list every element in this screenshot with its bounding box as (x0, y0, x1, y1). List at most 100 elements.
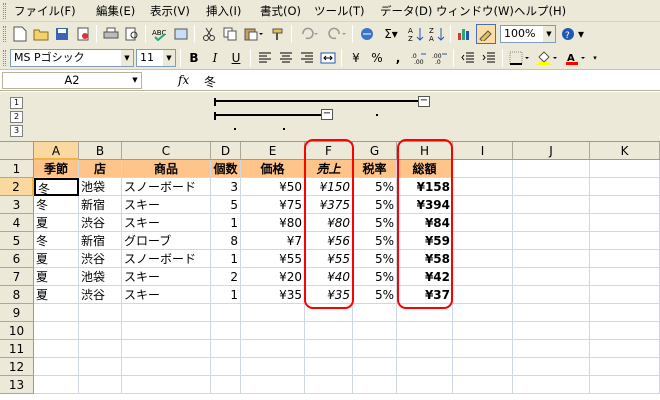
cell-i12[interactable] (453, 358, 513, 376)
merge-center-icon[interactable] (318, 48, 338, 68)
menu-help[interactable]: ヘルプ(H) (514, 3, 566, 19)
drawing-icon[interactable] (476, 24, 496, 44)
cell-c5[interactable]: グローブ (122, 232, 211, 250)
underline-button[interactable]: U (226, 48, 246, 68)
cell-h10[interactable] (397, 322, 453, 340)
row-header-2[interactable]: 2 (0, 178, 34, 196)
save-icon[interactable] (52, 24, 72, 44)
row-header-3[interactable]: 3 (0, 196, 34, 214)
cell-e8[interactable]: ¥35 (241, 286, 305, 304)
percent-button[interactable]: % (367, 48, 387, 68)
cell-j9[interactable] (513, 304, 590, 322)
cell-e9[interactable] (241, 304, 305, 322)
cell-a9[interactable] (34, 304, 79, 322)
row-header-9[interactable]: 9 (0, 304, 34, 322)
cell-c7[interactable]: スキー (122, 268, 211, 286)
cell-b4[interactable]: 渋谷 (79, 214, 122, 232)
cell-b5[interactable]: 新宿 (79, 232, 122, 250)
print-icon[interactable] (101, 24, 121, 44)
open-folder-icon[interactable] (31, 24, 51, 44)
currency-button[interactable]: ¥ (346, 48, 366, 68)
align-left-icon[interactable] (255, 48, 275, 68)
cell-i6[interactable] (453, 250, 513, 268)
cell-f12[interactable] (305, 358, 353, 376)
cell-k12[interactable] (590, 358, 660, 376)
cell-b12[interactable] (79, 358, 122, 376)
cell-b3[interactable]: 新宿 (79, 196, 122, 214)
cell-k11[interactable] (590, 340, 660, 358)
row-header-13[interactable]: 13 (0, 376, 34, 394)
menu-edit[interactable]: 編集(E) (96, 3, 135, 19)
cell-k7[interactable] (590, 268, 660, 286)
cell-j1[interactable] (513, 160, 590, 178)
column-header-a[interactable]: A (34, 142, 79, 160)
cell-b13[interactable] (79, 376, 122, 394)
cell-g11[interactable] (353, 340, 397, 358)
insert-function-icon[interactable]: fx (178, 73, 189, 87)
decrease-decimal-icon[interactable]: .00.0 (430, 48, 450, 68)
cell-k8[interactable] (590, 286, 660, 304)
cell-e12[interactable] (241, 358, 305, 376)
collapse-group-level2-icon[interactable]: − (321, 109, 333, 120)
help-icon[interactable]: ? (558, 24, 578, 44)
comma-button[interactable]: , (388, 48, 408, 68)
borders-icon[interactable] (507, 48, 533, 68)
hyperlink-icon[interactable] (357, 24, 377, 44)
cell-d12[interactable] (211, 358, 241, 376)
cell-f10[interactable] (305, 322, 353, 340)
cell-b6[interactable]: 渋谷 (79, 250, 122, 268)
row-header-11[interactable]: 11 (0, 340, 34, 358)
new-file-icon[interactable] (10, 24, 30, 44)
cell-g9[interactable] (353, 304, 397, 322)
cell-h13[interactable] (397, 376, 453, 394)
row-header-10[interactable]: 10 (0, 322, 34, 340)
column-header-e[interactable]: E (241, 142, 305, 160)
cell-k10[interactable] (590, 322, 660, 340)
column-header-d[interactable]: D (211, 142, 241, 160)
research-icon[interactable] (171, 24, 191, 44)
column-header-i[interactable]: I (453, 142, 513, 160)
cell-c1[interactable]: 商品 (122, 160, 211, 178)
cell-a4[interactable]: 夏 (34, 214, 79, 232)
zoom-dropdown[interactable]: 100% ▼ (500, 25, 556, 43)
undo-icon[interactable] (296, 24, 322, 44)
row-header-6[interactable]: 6 (0, 250, 34, 268)
autosum-icon[interactable]: Σ▾ (378, 24, 404, 44)
formula-input[interactable]: 冬 (204, 73, 216, 90)
cell-c9[interactable] (122, 304, 211, 322)
cell-e2[interactable]: ¥50 (241, 178, 305, 196)
cell-b1[interactable]: 店 (79, 160, 122, 178)
cell-i8[interactable] (453, 286, 513, 304)
cell-b2[interactable]: 池袋 (79, 178, 122, 196)
menu-data[interactable]: データ(D) (380, 3, 432, 19)
cell-d11[interactable] (211, 340, 241, 358)
decrease-indent-icon[interactable] (458, 48, 478, 68)
cell-a6[interactable]: 夏 (34, 250, 79, 268)
menu-format[interactable]: 書式(O) (260, 3, 301, 19)
align-right-icon[interactable] (297, 48, 317, 68)
font-size-dropdown[interactable]: 11 ▼ (136, 49, 176, 67)
cell-g5[interactable]: 5% (353, 232, 397, 250)
increase-indent-icon[interactable] (479, 48, 499, 68)
cell-f11[interactable] (305, 340, 353, 358)
cell-j5[interactable] (513, 232, 590, 250)
cell-j2[interactable] (513, 178, 590, 196)
cell-b8[interactable]: 渋谷 (79, 286, 122, 304)
cell-e3[interactable]: ¥75 (241, 196, 305, 214)
cell-d9[interactable] (211, 304, 241, 322)
cell-f13[interactable] (305, 376, 353, 394)
cell-a8[interactable]: 夏 (34, 286, 79, 304)
cell-e7[interactable]: ¥20 (241, 268, 305, 286)
cell-g3[interactable]: 5% (353, 196, 397, 214)
cell-a13[interactable] (34, 376, 79, 394)
menu-file[interactable]: ファイル(F) (14, 3, 76, 19)
font-name-dropdown[interactable]: MS Pゴシック ▼ (10, 49, 134, 67)
cell-g8[interactable]: 5% (353, 286, 397, 304)
cell-k9[interactable] (590, 304, 660, 322)
cell-c2[interactable]: スノーボード (122, 178, 211, 196)
cell-b11[interactable] (79, 340, 122, 358)
row-header-4[interactable]: 4 (0, 214, 34, 232)
cell-i5[interactable] (453, 232, 513, 250)
cell-k5[interactable] (590, 232, 660, 250)
cell-e5[interactable]: ¥7 (241, 232, 305, 250)
